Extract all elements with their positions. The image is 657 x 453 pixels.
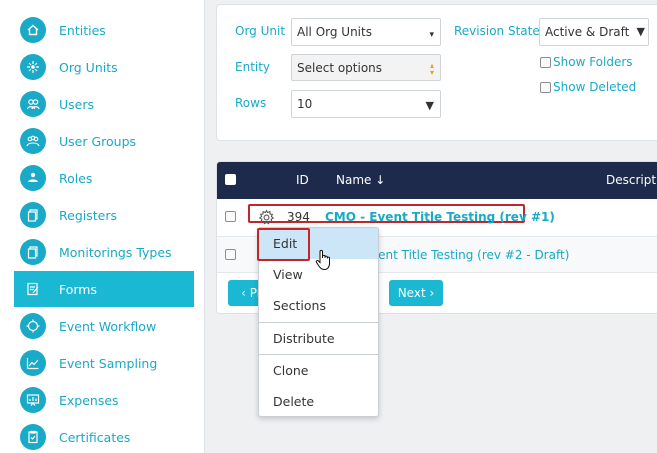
show-deleted-label: Show Deleted — [553, 80, 637, 94]
sidebar: Entities Org Units Users User Groups Rol… — [0, 0, 205, 453]
home-icon — [20, 17, 46, 43]
rows-value: 10 — [297, 97, 313, 111]
sidebar-item-label: Users — [59, 96, 95, 112]
event-sampling-icon — [20, 350, 46, 376]
expenses-icon — [20, 387, 46, 413]
filter-panel: Org Unit All Org Units ▾ Entity Select o… — [216, 4, 657, 141]
gear-icon[interactable] — [258, 209, 275, 226]
registers-icon — [20, 202, 46, 228]
sidebar-item-event-workflow[interactable]: Event Workflow — [14, 308, 194, 344]
sidebar-item-org-units[interactable]: Org Units — [14, 49, 194, 85]
org-unit-label: Org Unit — [235, 24, 286, 38]
row-name-link[interactable]: CMO - Event Title Testing (rev #1) — [325, 210, 555, 224]
caret-down-icon: ▼ — [636, 25, 645, 38]
sidebar-item-label: User Groups — [59, 133, 137, 149]
rows-select[interactable]: 10 ▼ — [291, 90, 441, 118]
sidebar-item-entities[interactable]: Entities — [14, 12, 194, 48]
sort-arrows-icon: ▴ ▾ — [429, 61, 434, 77]
users-icon — [20, 91, 46, 117]
row-checkbox[interactable] — [225, 249, 236, 260]
revision-state-label: Revision State — [454, 24, 540, 38]
sidebar-item-label: Expenses — [59, 392, 119, 408]
column-header-name[interactable]: Name ↓ — [336, 173, 385, 187]
menu-item-label: Distribute — [273, 331, 335, 346]
column-header-id[interactable]: ID — [296, 173, 309, 187]
menu-item-clone[interactable]: Clone — [259, 355, 378, 386]
sidebar-item-forms[interactable]: Forms — [14, 271, 194, 307]
sidebar-item-expenses[interactable]: Expenses — [14, 382, 194, 418]
org-units-icon — [20, 54, 46, 80]
row-name-link[interactable]: vent Title Testing (rev #2 - Draft) — [371, 248, 569, 262]
next-page-button[interactable]: Next › — [389, 280, 443, 306]
sidebar-item-roles[interactable]: Roles — [14, 160, 194, 196]
sidebar-item-label: Entities — [59, 22, 106, 38]
roles-icon — [20, 165, 46, 191]
sidebar-item-label: Event Sampling — [59, 355, 158, 371]
row-id: 394 — [287, 210, 310, 224]
table-header: ID Name ↓ Description — [217, 162, 657, 199]
forms-icon — [20, 276, 46, 302]
checkbox[interactable] — [540, 56, 551, 68]
checkbox[interactable] — [540, 81, 551, 93]
entity-placeholder: Select options — [297, 60, 383, 75]
org-unit-value: All Org Units — [297, 25, 372, 39]
sidebar-item-users[interactable]: Users — [14, 86, 194, 122]
event-workflow-icon — [20, 313, 46, 339]
sidebar-item-label: Monitorings Types — [59, 244, 172, 260]
show-folders-checkbox[interactable]: Show Folders — [540, 55, 633, 69]
revision-state-select[interactable]: Active & Draft ▼ — [539, 18, 649, 46]
menu-item-label: Sections — [273, 298, 326, 313]
sidebar-item-label: Registers — [59, 207, 117, 223]
menu-item-label: Delete — [273, 394, 315, 409]
menu-item-delete[interactable]: Delete — [259, 386, 378, 417]
certificates-icon — [20, 424, 46, 450]
menu-item-distribute[interactable]: Distribute — [259, 323, 378, 354]
show-deleted-checkbox[interactable]: Show Deleted — [540, 80, 636, 94]
monitoring-types-icon — [20, 239, 46, 265]
show-folders-label: Show Folders — [553, 55, 633, 69]
sidebar-item-event-sampling[interactable]: Event Sampling — [14, 345, 194, 381]
sidebar-item-label: Org Units — [59, 59, 118, 75]
menu-item-sections[interactable]: Sections — [259, 290, 378, 321]
rows-label: Rows — [235, 96, 267, 110]
user-groups-icon — [20, 128, 46, 154]
org-unit-select[interactable]: All Org Units ▾ — [291, 18, 441, 46]
entity-label: Entity — [235, 60, 271, 74]
hand-cursor-icon — [315, 249, 330, 271]
next-label: Next › — [397, 286, 435, 300]
entity-select[interactable]: Select options ▴ ▾ — [291, 54, 441, 81]
sidebar-item-user-groups[interactable]: User Groups — [14, 123, 194, 159]
select-all-checkbox[interactable] — [225, 174, 236, 185]
row-checkbox[interactable] — [225, 211, 236, 222]
column-header-description[interactable]: Description — [606, 173, 657, 187]
menu-item-label: Clone — [273, 363, 309, 378]
sidebar-item-registers[interactable]: Registers — [14, 197, 194, 233]
sidebar-item-label: Roles — [59, 170, 93, 186]
sidebar-item-monitorings-types[interactable]: Monitorings Types — [14, 234, 194, 270]
sidebar-item-certificates[interactable]: Certificates — [14, 419, 194, 453]
sidebar-item-label: Event Workflow — [59, 318, 157, 334]
revision-state-value: Active & Draft — [545, 25, 630, 39]
sidebar-item-label: Certificates — [59, 429, 131, 445]
menu-item-label: View — [273, 267, 303, 282]
edit-highlight — [257, 228, 310, 261]
caret-down-icon: ▼ — [425, 99, 434, 112]
sidebar-item-label: Forms — [59, 281, 98, 297]
chevron-down-icon: ▾ — [429, 30, 434, 40]
